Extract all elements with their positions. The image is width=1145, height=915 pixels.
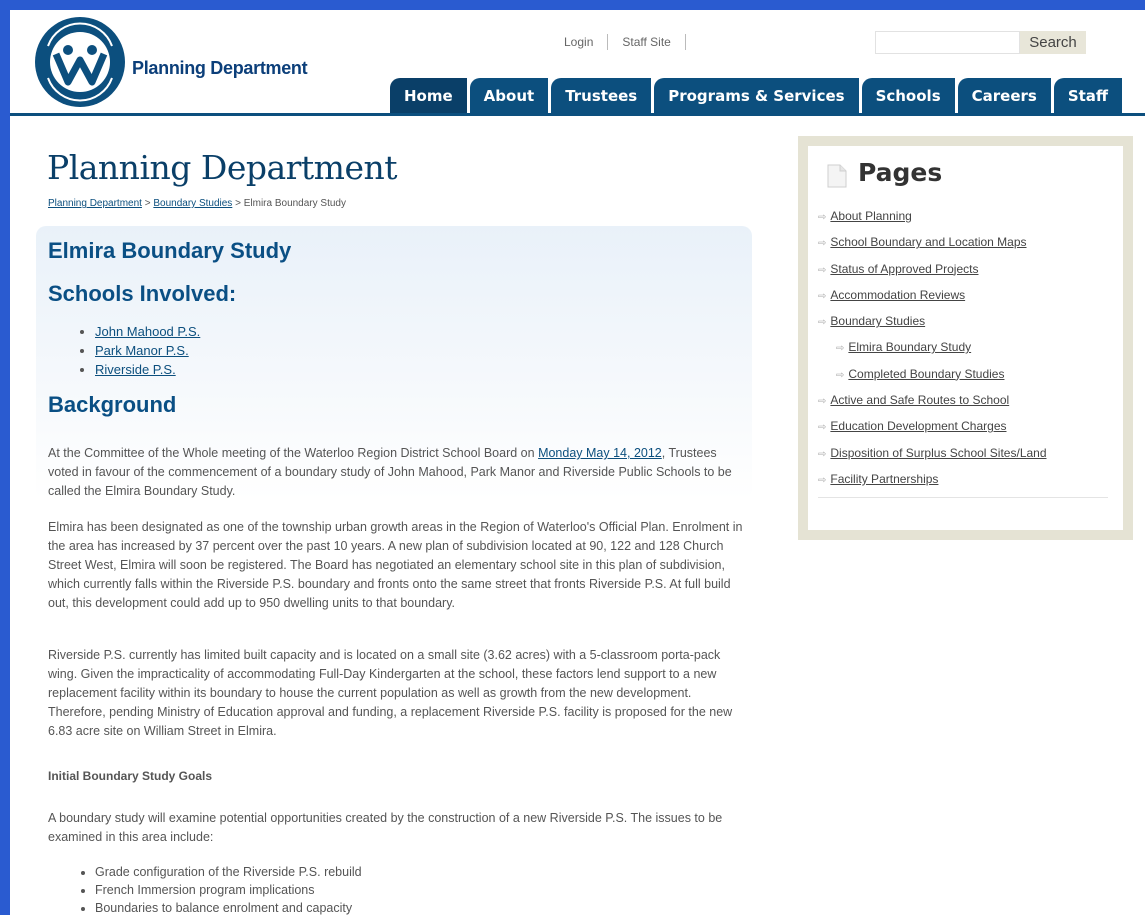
- goals-heading: Initial Boundary Study Goals: [48, 769, 213, 783]
- arrow-icon: ⇨: [818, 448, 827, 460]
- sidebar-item-elmira-boundary-study[interactable]: ⇨ Elmira Boundary Study: [818, 339, 1108, 365]
- arrow-icon: ⇨: [818, 317, 827, 329]
- page-title: Planning Department: [47, 148, 398, 187]
- school-link-park-manor[interactable]: Park Manor P.S.: [95, 343, 189, 358]
- arrow-icon: ⇨: [818, 396, 827, 408]
- arrow-icon: ⇨: [818, 212, 827, 223]
- arrow-icon: ⇨: [818, 422, 827, 434]
- study-title: Elmira Boundary Study: [48, 238, 292, 263]
- list-item: French Immersion program implications: [95, 881, 362, 899]
- sidebar: Pages ⇨ About Planning ⇨ School Boundary a…: [798, 136, 1133, 540]
- sidebar-item-label: Boundary Studies: [830, 314, 926, 329]
- brand-name[interactable]: Planning Department: [132, 58, 308, 79]
- login-link[interactable]: Login: [550, 35, 607, 49]
- paragraph-boundary-study: A boundary study will examine potential …: [48, 811, 723, 844]
- list-item: Grade configuration of the Riverside P.S…: [95, 863, 362, 881]
- sidebar-item-accommodation-reviews[interactable]: ⇨ Accommodation Reviews: [818, 287, 1108, 313]
- issues-list: Grade configuration of the Riverside P.S…: [76, 863, 362, 915]
- school-board-logo[interactable]: [34, 16, 126, 108]
- tab-trustees[interactable]: Trustees: [551, 78, 652, 114]
- breadcrumb-current: Elmira Boundary Study: [243, 198, 346, 209]
- breadcrumb-boundary-studies-link[interactable]: Boundary Studies: [153, 198, 232, 209]
- arrow-icon: ⇨: [818, 238, 827, 250]
- sidebar-item-facility-partnerships[interactable]: ⇨ Facility Partnerships: [818, 471, 1108, 497]
- paragraph-committee: At the Committee of the Whole meeting of…: [48, 444, 748, 501]
- school-link-john-mahood[interactable]: John Mahood P.S.: [95, 324, 200, 339]
- sidebar-item-label: Education Development Charges: [830, 419, 1007, 434]
- breadcrumb-separator: >: [141, 198, 154, 209]
- list-item: John Mahood P.S.: [95, 322, 200, 341]
- staff-site-link[interactable]: Staff Site: [608, 35, 684, 49]
- paragraph-riverside: Riverside P.S. currently has limited bui…: [48, 648, 733, 738]
- sidebar-item-label: About Planning: [830, 209, 912, 223]
- top-links: Login Staff Site: [550, 34, 686, 50]
- sidebar-item-safe-routes[interactable]: ⇨ Active and Safe Routes to School: [818, 392, 1108, 418]
- sidebar-item-boundary-maps[interactable]: ⇨ School Boundary and Location Maps: [818, 234, 1108, 260]
- sidebar-item-label: Accommodation Reviews: [830, 287, 966, 302]
- tab-staff[interactable]: Staff: [1053, 78, 1123, 114]
- arrow-icon: ⇨: [836, 343, 845, 355]
- sidebar-item-about-planning[interactable]: ⇨ About Planning: [818, 208, 1108, 234]
- main-nav: Home About Trustees Programs & Services …: [390, 78, 1125, 114]
- sidebar-item-approved-projects[interactable]: ⇨ Status of Approved Projects: [818, 261, 1108, 287]
- arrow-icon: ⇨: [818, 290, 827, 302]
- list-item: Boundaries to balance enrolment and capa…: [95, 899, 362, 915]
- paragraph-text: At the Committee of the Whole meeting of…: [48, 446, 539, 460]
- tab-schools[interactable]: Schools: [861, 78, 955, 114]
- breadcrumb: Planning Department > Boundary Studies >…: [48, 198, 346, 209]
- schools-heading: Schools Involved:: [48, 281, 237, 306]
- sidebar-item-label: Facility Partnerships: [830, 471, 939, 486]
- sidebar-divider: [818, 497, 1108, 498]
- background-heading: Background: [48, 392, 177, 417]
- breadcrumb-separator: >: [232, 198, 244, 209]
- sidebar-item-label: Status of Approved Projects: [830, 261, 979, 276]
- sidebar-item-completed-studies[interactable]: ⇨ Completed Boundary Studies: [818, 366, 1108, 392]
- page-frame: Planning Department Login Staff Site Sea…: [10, 10, 1145, 915]
- arrow-icon: ⇨: [818, 264, 827, 276]
- sidebar-panel: Pages ⇨ About Planning ⇨ School Boundary a…: [808, 146, 1123, 530]
- tab-about[interactable]: About: [469, 78, 549, 114]
- nav-underline: [10, 113, 1145, 116]
- sidebar-item-surplus-sites[interactable]: ⇨ Disposition of Surplus School Sites/Lan…: [818, 445, 1108, 471]
- search-input[interactable]: [875, 31, 1020, 54]
- paragraph-elmira-growth: Elmira has been designated as one of the…: [48, 520, 743, 610]
- tab-home[interactable]: Home: [390, 78, 467, 114]
- meeting-date-link[interactable]: Monday May 14, 2012: [538, 446, 662, 460]
- sidebar-item-label: Completed Boundary Studies: [848, 366, 1005, 381]
- sidebar-item-label: Elmira Boundary Study: [848, 340, 972, 355]
- breadcrumb-planning-link[interactable]: Planning Department: [48, 198, 142, 209]
- search-button[interactable]: Search: [1020, 31, 1086, 54]
- tab-careers[interactable]: Careers: [957, 78, 1051, 114]
- link-divider: [684, 34, 686, 50]
- sidebar-item-boundary-studies[interactable]: ⇨ Boundary Studies: [818, 313, 1108, 339]
- sidebar-item-label: Active and Safe Routes to School: [830, 393, 1010, 408]
- sidebar-item-label: School Boundary and Location Maps: [830, 235, 1027, 250]
- sidebar-item-development-charges[interactable]: ⇨ Education Development Charges: [818, 418, 1108, 444]
- school-link-riverside[interactable]: Riverside P.S.: [95, 362, 176, 377]
- sidebar-list: ⇨ About Planning ⇨ School Boundary and Loc…: [818, 208, 1108, 497]
- schools-list: John Mahood P.S. Park Manor P.S. Riversi…: [76, 322, 200, 379]
- list-item: Riverside P.S.: [95, 360, 200, 379]
- tab-programs-services[interactable]: Programs & Services: [654, 78, 859, 114]
- arrow-icon: ⇨: [818, 474, 827, 486]
- sidebar-item-label: Disposition of Surplus School Sites/Land: [830, 445, 1047, 460]
- list-item: Park Manor P.S.: [95, 341, 200, 360]
- arrow-icon: ⇨: [836, 369, 845, 381]
- page-icon: [827, 164, 847, 188]
- sidebar-title: Pages: [858, 158, 943, 187]
